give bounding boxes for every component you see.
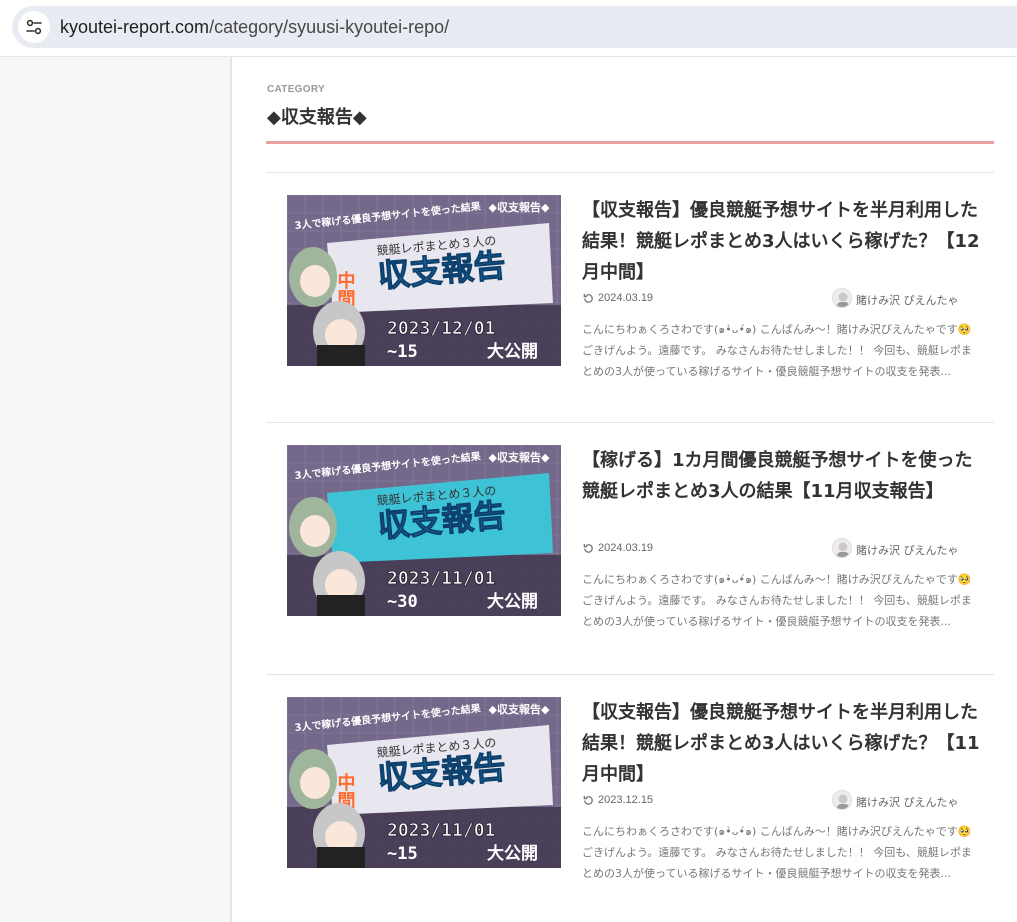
banner-date-text: 2023/12/01 bbox=[387, 318, 495, 339]
article-date: 2024.03.19 bbox=[598, 292, 654, 304]
banner-range-text: ~15 bbox=[387, 844, 418, 864]
banner-range-text: ~30 bbox=[387, 592, 418, 612]
article-meta: 2023.12.15 賭けみ沢 ぴえんたゃ bbox=[582, 790, 972, 811]
banner-tag: ◆収支報告◆ bbox=[489, 702, 550, 716]
banner-release-text: 大公開 bbox=[487, 341, 538, 362]
author-name[interactable]: 賭けみ沢 ぴえんたゃ bbox=[856, 292, 959, 308]
category-title: ◆収支報告◆ bbox=[267, 107, 367, 128]
author-avatar[interactable] bbox=[832, 790, 852, 810]
banner-tag: ◆収支報告◆ bbox=[489, 450, 550, 464]
character-face bbox=[300, 515, 330, 547]
banner-date-text: 2023/11/01 bbox=[387, 820, 495, 841]
article-card[interactable]: ◆収支報告◆ 3人で稼げる優良予想サイトを使った結果 競艇レポまとめ３人の 中間 収支報… bbox=[266, 674, 994, 922]
article-excerpt: こんにちわぁくろさわです(๑•̀ᴗ•́๑) こんばんみ〜！賭けみ沢ぴえんたゃです… bbox=[582, 573, 972, 628]
character-face bbox=[300, 767, 330, 799]
site-settings-icon[interactable] bbox=[18, 11, 50, 43]
banner-range-text: ~15 bbox=[387, 342, 418, 362]
updated-icon bbox=[583, 543, 593, 553]
author-name[interactable]: 賭けみ沢 ぴえんたゃ bbox=[856, 794, 959, 810]
article-thumbnail[interactable]: ◆収支報告◆ 3人で稼げる優良予想サイトを使った結果 競艇レポまとめ３人の 中間 収支報… bbox=[287, 195, 561, 366]
article-excerpt: こんにちわぁくろさわです(๑•̀ᴗ•́๑) こんばんみ〜！賭けみ沢ぴえんたゃです… bbox=[582, 825, 972, 880]
article-title[interactable]: 【収支報告】優良競艇予想サイトを半月利用した結果！競艇レポまとめ3人はいくら稼げ… bbox=[582, 697, 982, 790]
character-body bbox=[317, 847, 365, 868]
character-body bbox=[317, 595, 365, 616]
article-card[interactable]: ◆収支報告◆ 3人で稼げる優良予想サイトを使った結果 競艇レポまとめ３人の 中間 収支報… bbox=[266, 172, 994, 424]
thumbnail-banner: ◆収支報告◆3人で稼げる優良予想サイトを使った結果競艇レポまとめ３人の収支報告2… bbox=[287, 445, 561, 616]
banner-tag: ◆収支報告◆ bbox=[489, 200, 550, 214]
url-domain: kyoutei-report.com bbox=[60, 17, 210, 37]
article-date: 2023.12.15 bbox=[598, 794, 654, 806]
banner-release-text: 大公開 bbox=[487, 591, 538, 612]
left-gutter bbox=[0, 57, 230, 922]
banner-release-text: 大公開 bbox=[487, 843, 538, 864]
article-card[interactable]: ◆収支報告◆ 3人で稼げる優良予想サイトを使った結果 競艇レポまとめ３人の 収支報告 2… bbox=[266, 422, 994, 674]
banner-date-text: 2023/11/01 bbox=[387, 568, 495, 589]
category-label: CATEGORY bbox=[267, 84, 325, 95]
browser-toolbar: kyoutei-report.com/category/syuusi-kyout… bbox=[0, 0, 1017, 57]
address-bar[interactable]: kyoutei-report.com/category/syuusi-kyout… bbox=[12, 6, 1017, 48]
main-content: CATEGORY ◆収支報告◆ ◆収支報告◆ 3人で稼げる優良予想サイトを使った結… bbox=[232, 57, 1017, 922]
url-path: /category/syuusi-kyoutei-repo/ bbox=[209, 17, 450, 37]
article-meta: 2024.03.19 賭けみ沢 ぴえんたゃ bbox=[582, 538, 972, 559]
article-title[interactable]: 【収支報告】優良競艇予想サイトを半月利用した結果！競艇レポまとめ3人はいくら稼げ… bbox=[582, 195, 982, 288]
character-body bbox=[317, 345, 365, 366]
article-meta: 2024.03.19 賭けみ沢 ぴえんたゃ bbox=[582, 288, 972, 309]
updated-icon bbox=[583, 795, 593, 805]
updated-icon bbox=[583, 293, 593, 303]
article-thumbnail[interactable]: ◆収支報告◆ 3人で稼げる優良予想サイトを使った結果 競艇レポまとめ３人の 収支報告 2… bbox=[287, 445, 561, 616]
thumbnail-banner: ◆収支報告◆3人で稼げる優良予想サイトを使った結果競艇レポまとめ３人の中間 収支報… bbox=[287, 697, 561, 868]
article-date: 2024.03.19 bbox=[598, 542, 654, 554]
url-text[interactable]: kyoutei-report.com/category/syuusi-kyout… bbox=[60, 17, 449, 38]
article-title[interactable]: 【稼げる】1カ月間優良競艇予想サイトを使った競艇レポまとめ3人の結果【11月収支… bbox=[582, 445, 982, 507]
author-avatar[interactable] bbox=[832, 538, 852, 558]
character-face bbox=[300, 265, 330, 297]
author-avatar[interactable] bbox=[832, 288, 852, 308]
author-name[interactable]: 賭けみ沢 ぴえんたゃ bbox=[856, 542, 959, 558]
article-excerpt: こんにちわぁくろさわです(๑•̀ᴗ•́๑) こんばんみ〜！賭けみ沢ぴえんたゃです… bbox=[582, 323, 972, 378]
category-divider bbox=[266, 141, 994, 144]
article-thumbnail[interactable]: ◆収支報告◆ 3人で稼げる優良予想サイトを使った結果 競艇レポまとめ３人の 中間 収支報… bbox=[287, 697, 561, 868]
thumbnail-banner: ◆収支報告◆3人で稼げる優良予想サイトを使った結果競艇レポまとめ３人の中間 収支報… bbox=[287, 195, 561, 366]
